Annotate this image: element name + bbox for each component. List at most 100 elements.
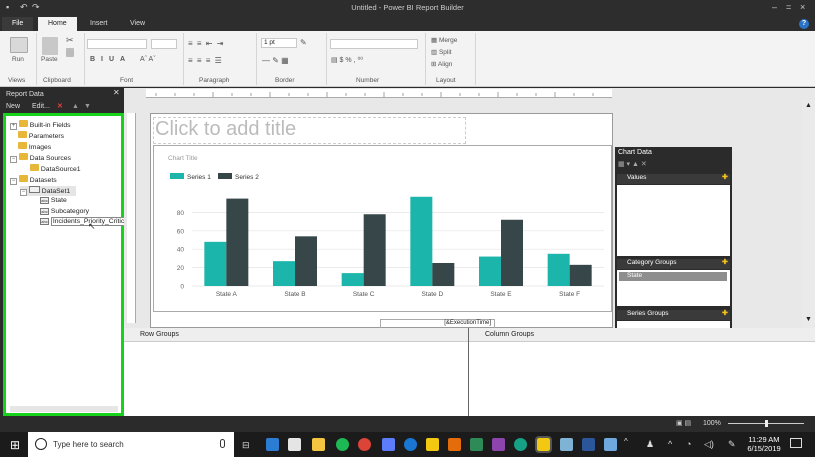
field-incidents-priority-critical[interactable]: abc Incidents_Priority_Critical: [40, 217, 132, 226]
chrome-icon[interactable]: [358, 438, 371, 451]
add-values-icon[interactable]: ✚: [722, 173, 728, 181]
move-down-icon[interactable]: ▼: [84, 101, 91, 113]
spotify-icon[interactable]: [336, 438, 349, 451]
font-size-buttons[interactable]: Aˆ Aˇ: [140, 56, 156, 63]
edit-button[interactable]: Edit...: [32, 101, 50, 113]
font-style-buttons[interactable]: BIUA: [90, 56, 131, 63]
y-tick-label: 20: [177, 265, 185, 272]
category-item-state[interactable]: State: [619, 272, 727, 281]
app-icon-5[interactable]: [492, 438, 505, 451]
horizontal-scrollbar[interactable]: [10, 406, 118, 412]
tree-item-built-in-fields[interactable]: + Built-in Fields: [10, 120, 71, 130]
paste-icon[interactable]: [42, 37, 58, 55]
bar-1-1: [204, 241, 227, 286]
help-icon[interactable]: ?: [799, 19, 809, 29]
app-icon-3[interactable]: [448, 438, 461, 451]
field-subcategory[interactable]: abc Subcategory: [40, 208, 89, 215]
folder-icon: [18, 175, 28, 182]
people-icon[interactable]: ♟: [646, 439, 654, 450]
report-page: Click to add title Chart Title Series 1 Se…: [150, 113, 613, 329]
design-vertical-scrollbar[interactable]: ▲ ▼: [802, 100, 815, 328]
app-icon-1[interactable]: [382, 438, 395, 451]
group-clipboard: Clipboard: [43, 77, 71, 84]
app-icon-6[interactable]: [514, 438, 527, 451]
indent-buttons[interactable]: ≡ ≡ ⇤ ⇥: [188, 39, 224, 48]
font-size-combo[interactable]: [151, 39, 177, 49]
windows-start-icon[interactable]: ⊞: [10, 438, 20, 452]
values-list[interactable]: [617, 185, 730, 256]
collapse-icon[interactable]: −: [10, 178, 17, 185]
field-state[interactable]: abc State: [40, 197, 67, 204]
edge-icon[interactable]: [266, 438, 279, 451]
tree-item-dataset1[interactable]: − DataSet1: [20, 186, 77, 196]
view-icons[interactable]: ▣ ▤: [676, 419, 691, 427]
tab-view[interactable]: View: [120, 17, 155, 31]
expand-icon[interactable]: +: [10, 123, 17, 130]
report-title-textbox[interactable]: Click to add title: [153, 117, 466, 144]
merge-button[interactable]: ▦ Merge: [431, 36, 457, 44]
power-bi-icon[interactable]: [426, 438, 439, 451]
scroll-down-icon[interactable]: ▼: [805, 316, 812, 323]
word-icon[interactable]: [582, 438, 595, 451]
field-icon: abc: [40, 197, 49, 204]
chart-area[interactable]: Chart Title Series 1 Series 2 0 20 40 60 80 Stat…: [153, 145, 612, 312]
restore-icon[interactable]: =: [786, 2, 791, 12]
tab-insert[interactable]: Insert: [80, 17, 118, 31]
clock[interactable]: 11:29 AM 6/15/2019: [744, 435, 784, 453]
close-window-icon[interactable]: ×: [800, 2, 805, 12]
category-groups-list: State: [617, 270, 730, 306]
number-format-combo[interactable]: [330, 39, 418, 49]
file-explorer-icon[interactable]: [312, 438, 325, 451]
zoom-slider-thumb[interactable]: [765, 420, 768, 427]
new-button[interactable]: New: [6, 101, 20, 113]
chart-data-toolbar[interactable]: ▦ ▾ ▲ ✕: [618, 160, 647, 168]
delete-icon[interactable]: ✕: [57, 101, 63, 113]
number-format-buttons[interactable]: ▤ $ % , ⁰⁰: [331, 56, 363, 64]
add-category-icon[interactable]: ✚: [722, 258, 728, 266]
tray-chevron-icon[interactable]: ^: [668, 439, 672, 449]
tree-item-data-sources[interactable]: − Data Sources: [10, 153, 71, 163]
tree-item-datasets[interactable]: − Datasets: [10, 175, 57, 185]
volume-icon[interactable]: ◁): [704, 439, 714, 450]
align-button[interactable]: ⊞ Align: [431, 60, 452, 68]
copy-icon[interactable]: [66, 48, 74, 57]
run-button[interactable]: Run: [12, 56, 24, 63]
series-groups-list[interactable]: [617, 321, 730, 328]
font-name-combo[interactable]: [87, 39, 147, 49]
taskbar-search-box[interactable]: Type here to search: [28, 432, 234, 457]
task-view-icon[interactable]: ⊟: [242, 440, 250, 451]
bar-1-2: [273, 261, 295, 286]
collapse-icon[interactable]: −: [10, 156, 17, 163]
pen-icon[interactable]: ✎: [728, 439, 736, 450]
move-up-icon[interactable]: ▲: [72, 101, 79, 113]
app-icon-8[interactable]: [604, 438, 617, 451]
pane-close-icon[interactable]: ✕: [113, 88, 120, 97]
tree-item-datasource1[interactable]: DataSource1: [30, 164, 81, 173]
group-number: Number: [356, 77, 380, 84]
app-icon-2[interactable]: [404, 438, 417, 451]
tree-item-parameters[interactable]: Parameters: [18, 131, 64, 140]
tab-file[interactable]: File: [2, 17, 34, 31]
tab-home[interactable]: Home: [38, 17, 77, 31]
mail-icon[interactable]: [288, 438, 301, 451]
split-button[interactable]: ▥ Split: [431, 48, 452, 56]
app-icon-7[interactable]: [560, 438, 573, 451]
border-style-buttons[interactable]: — ✎ ▦: [262, 56, 289, 65]
overflow-chevron-icon[interactable]: ^: [624, 437, 628, 446]
network-icon[interactable]: ◔: [686, 439, 691, 449]
border-color-icon[interactable]: ✎: [300, 38, 307, 47]
tree-item-images[interactable]: Images: [18, 142, 51, 151]
split-icon: ▥: [431, 49, 439, 56]
collapse-icon[interactable]: −: [20, 189, 27, 196]
report-builder-icon[interactable]: [535, 436, 552, 453]
minimize-icon[interactable]: –: [772, 2, 777, 12]
run-icon[interactable]: [10, 37, 28, 53]
align-buttons[interactable]: ≡ ≡ ≡ ☰: [188, 56, 223, 65]
border-width-combo[interactable]: 1 pt: [261, 38, 297, 48]
scroll-up-icon[interactable]: ▲: [805, 102, 812, 109]
cut-icon[interactable]: ✂: [66, 35, 74, 46]
paste-button[interactable]: Paste: [41, 56, 58, 63]
app-icon-4[interactable]: [470, 438, 483, 451]
notifications-icon[interactable]: [790, 438, 802, 448]
add-series-icon[interactable]: ✚: [722, 309, 728, 317]
